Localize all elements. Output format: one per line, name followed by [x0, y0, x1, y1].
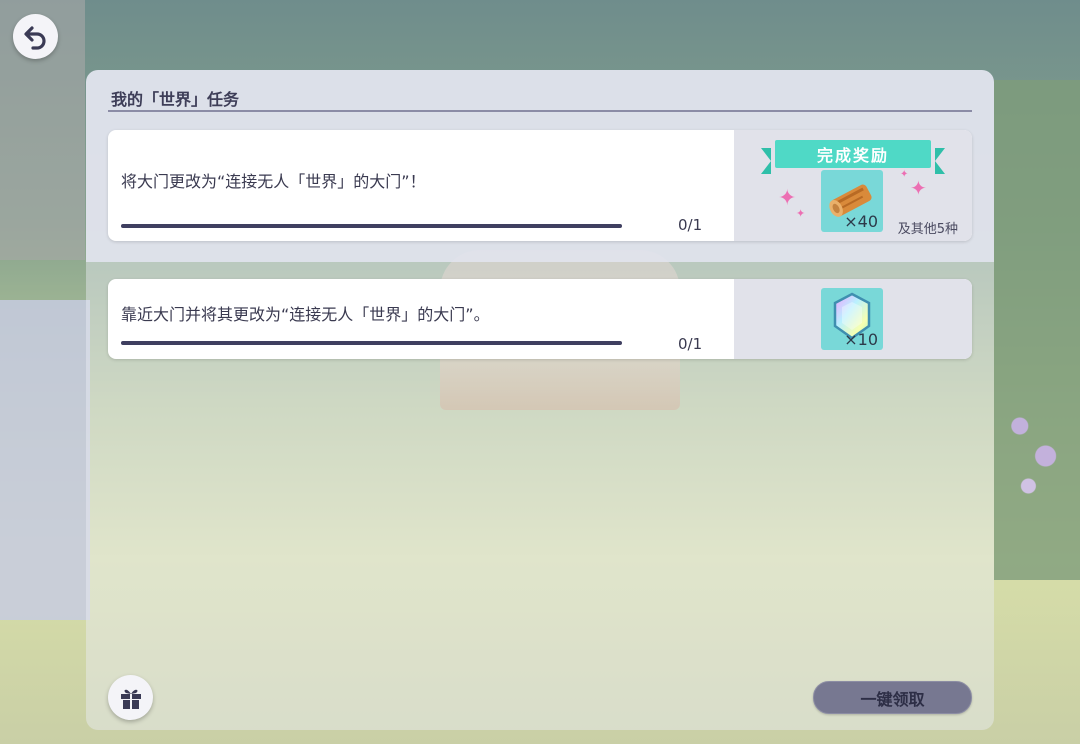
ribbon-tail-left [761, 148, 771, 174]
task-progress-bar [121, 224, 622, 228]
gift-icon [120, 689, 141, 709]
reward-quantity: ×10 [844, 330, 878, 349]
scene-flowers [994, 390, 1080, 510]
mission-panel: 我的「世界」任务 将大门更改为“连接无人「世界」的大门”！ 0/1 完成奖励 ✦… [86, 70, 994, 730]
task-card[interactable]: 将大门更改为“连接无人「世界」的大门”！ 0/1 完成奖励 ✦ ✦ ✦ ✦ ×4… [108, 130, 972, 241]
reward-banner-label: 完成奖励 [775, 140, 931, 168]
sparkle-icon: ✦ [900, 169, 909, 180]
reward-ribbon: 完成奖励 [761, 140, 945, 174]
reward-quantity: ×40 [844, 212, 878, 231]
task-progress-count: 0/1 [678, 335, 703, 353]
task-progress-count: 0/1 [678, 216, 703, 234]
reward-more-text: 及其他5种 [897, 222, 958, 237]
panel-title: 我的「世界」任务 [111, 90, 240, 109]
sparkle-icon: ✦ [796, 207, 806, 220]
back-button[interactable] [13, 14, 58, 59]
scene-house-wall [0, 300, 90, 620]
sparkle-icon: ✦ [910, 176, 927, 200]
claim-all-button[interactable]: 一键领取 [813, 681, 972, 714]
back-arrow-icon [23, 25, 46, 50]
task-card[interactable]: 靠近大门并将其更改为“连接无人「世界」的大门”。 0/1 ×10 [108, 279, 972, 359]
task-progress-bar [121, 341, 622, 345]
sparkle-icon: ✦ [778, 186, 797, 211]
task-reward-area[interactable]: 完成奖励 ✦ ✦ ✦ ✦ ×40 及其他5种 [734, 130, 972, 241]
reward-item-tile[interactable]: ×10 [821, 288, 883, 350]
task-description: 靠近大门并将其更改为“连接无人「世界」的大门”。 [121, 305, 490, 324]
task-description: 将大门更改为“连接无人「世界」的大门”！ [121, 172, 426, 191]
gift-button[interactable] [108, 675, 153, 720]
title-divider [108, 110, 972, 112]
task-reward-area[interactable]: ×10 [734, 279, 972, 359]
reward-item-tile[interactable]: ×40 [821, 170, 883, 232]
ribbon-tail-right [935, 148, 945, 174]
